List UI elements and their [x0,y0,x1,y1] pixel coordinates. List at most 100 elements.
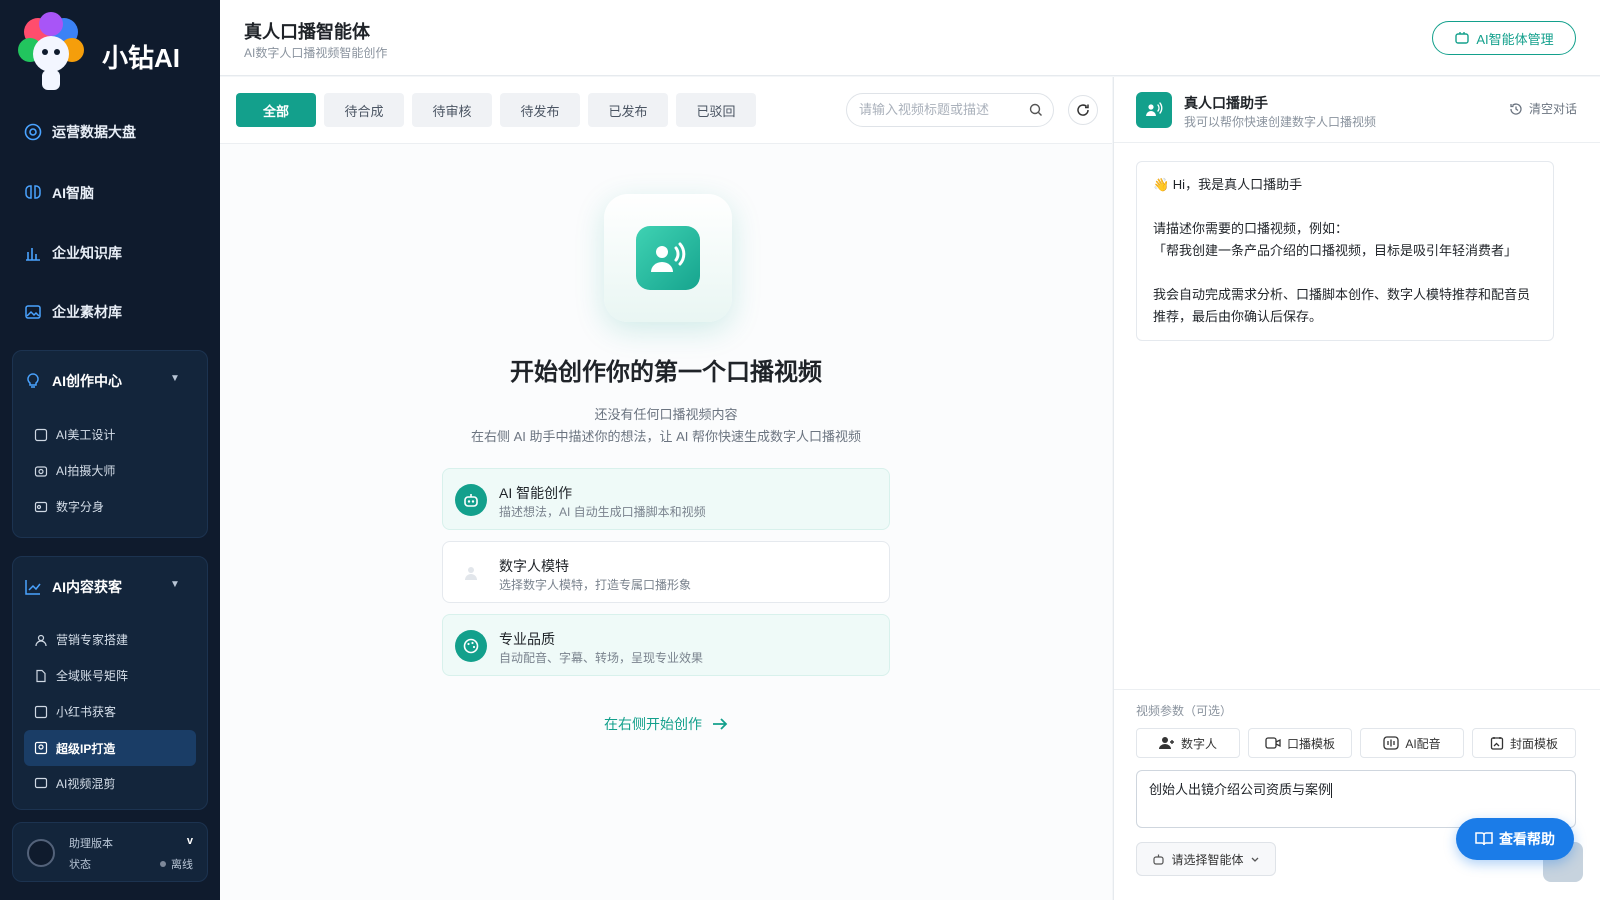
group-label: AI内容获客 [52,579,122,595]
msg-line: 请描述你需要的口播视频，例如： [1153,221,1349,236]
agent-manage-icon [1455,32,1470,44]
agent-select-label: 请选择智能体 [1171,852,1244,867]
param-template-button[interactable]: 口播模板 [1248,728,1352,758]
param-label: 数字人 [1180,736,1217,751]
sub-digital-twin[interactable]: 数字分身 [34,498,104,515]
ai-box-icon [34,705,48,718]
start-create-link[interactable]: 在右侧开始创作 [220,714,1112,734]
nav-item-assets[interactable]: 企业素材库 [24,302,122,322]
param-label: 封面模板 [1509,736,1558,751]
sub-label: AI视频混剪 [56,776,116,791]
nav-item-knowledge[interactable]: 企业知识库 [24,243,122,263]
assistant-message: 👋 Hi，我是真人口播助手 请描述你需要的口播视频，例如： 「帮我创建一条产品介… [1136,161,1554,341]
chevron-down-icon [1251,857,1258,862]
agent-manage-button[interactable]: AI智能体管理 [1432,21,1576,55]
start-create-label: 在右侧开始创作 [604,716,702,732]
id-card-icon [34,501,48,512]
tab-pending-publish[interactable]: 待发布 [500,93,580,127]
refresh-button[interactable] [1068,95,1098,125]
sub-label: AI美工设计 [56,428,116,442]
help-label: 查看帮助 [1499,831,1555,847]
empty-line-2: 在右侧 AI 助手中描述你的想法，让 AI 帮你快速生成数字人口播视频 [470,429,861,444]
sub-label: 数字分身 [56,500,105,514]
sub-label: AI拍摄大师 [56,464,116,478]
param-buttons: 数字人 口播模板 AI配音 封面模板 [1136,728,1576,758]
chevron-down-icon: ▼ [170,579,180,590]
document-icon [36,669,46,682]
search-input[interactable]: 请输入视频标题或描述 [846,93,1054,127]
sub-label: 营销专家搭建 [56,633,129,647]
empty-title: 开始创作你的第一个口播视频 [510,359,822,386]
params-label: 视频参数（可选） [1136,704,1233,718]
book-icon [1475,832,1493,846]
camera-icon [34,465,48,477]
status-label: 状态 [69,859,91,871]
param-voice-button[interactable]: AI配音 [1360,728,1464,758]
video-list-panel: 全部 待合成 待审核 待发布 已发布 已驳回 请输入视频标题或描述 开始创作你的… [220,77,1112,900]
msg-greeting: 👋 Hi，我是真人口播助手 [1153,177,1303,192]
nav-item-dashboard[interactable]: 运营数据大盘 [24,122,136,142]
help-button[interactable]: 查看帮助 [1456,818,1574,860]
assistant-subtitle: 我可以帮你快速创建数字人口播视频 [1184,115,1377,129]
empty-line-1: 还没有任何口播视频内容 [594,407,738,422]
feature-card-ai-create: AI 智能创作 描述想法，AI 自动生成口播脚本和视频 [442,468,890,530]
clear-chat-button[interactable]: 清空对话 [1509,100,1577,117]
sub-video-mix[interactable]: AI视频混剪 [34,776,115,790]
trend-icon [25,580,41,595]
nav-label: AI智脑 [52,185,94,201]
sub-ai-shoot[interactable]: AI拍摄大师 [34,462,115,479]
sidebar: 小钻AI 运营数据大盘 AI智脑 企业知识库 企业素材库 AI创作中心 ▼ AI… [0,0,220,900]
user-icon [35,634,47,646]
sub-label: 超级IP打造 [56,741,116,756]
bulb-icon [27,373,39,388]
status-value: 离线 [160,856,193,872]
msg-line: 我会自动完成需求分析、口播脚本创作、数字人模特推荐和配音员推荐，最后由你确认后保… [1153,287,1531,324]
sub-marketing-expert[interactable]: 营销专家搭建 [34,631,128,648]
chart-icon [26,248,40,261]
arrow-right-icon [713,718,728,730]
portrait-icon [34,741,48,755]
assistant-version: 助理版本 状态 v 离线 [12,822,208,882]
status-dot-icon [160,861,166,867]
group-head-creation[interactable]: AI创作中心 ▼ [24,371,180,391]
nav-label: 运营数据大盘 [52,124,136,140]
group-head-acquire[interactable]: AI内容获客 ▼ [24,577,180,597]
dashboard-icon [24,123,42,141]
refresh-icon [1077,104,1089,116]
param-cover-button[interactable]: 封面模板 [1472,728,1576,758]
hero-illustration [604,194,732,322]
sub-xiaohongshu[interactable]: 小红书获客 [34,703,116,720]
agent-icon [1153,854,1165,865]
agent-select[interactable]: 请选择智能体 [1136,842,1276,876]
param-label: 口播模板 [1286,736,1335,751]
cover-icon [1490,737,1504,750]
text-caret [1331,783,1333,799]
nav-item-ai-brain[interactable]: AI智脑 [24,183,94,203]
page-title: 真人口播智能体 [244,22,370,42]
param-area: 视频参数（可选） 数字人 口播模板 AI配音 封面模板 创始人出镜介绍公司资质与… [1114,689,1600,900]
param-digital-human-button[interactable]: 数字人 [1136,728,1240,758]
loader-icon [27,839,55,867]
search-icon[interactable] [1029,103,1043,117]
sub-super-ip[interactable]: 超级IP打造 [24,730,196,766]
sub-account-matrix[interactable]: 全域账号矩阵 [34,667,128,684]
param-label: AI配音 [1405,736,1441,751]
tab-pending-compose[interactable]: 待合成 [324,93,404,127]
card-title: 数字人模特 [499,558,569,574]
search-placeholder: 请输入视频标题或描述 [859,102,990,117]
tab-all[interactable]: 全部 [236,93,316,127]
palette-icon [34,428,48,441]
chevron-down-icon: ▼ [170,373,180,384]
tab-published[interactable]: 已发布 [588,93,668,127]
card-title: AI 智能创作 [499,485,573,501]
sub-label: 小红书获客 [56,705,117,719]
logo-icon [18,12,84,90]
version-label: 助理版本 [69,838,113,850]
history-icon [1510,102,1522,115]
tab-rejected[interactable]: 已驳回 [676,93,756,127]
tab-pending-review[interactable]: 待审核 [412,93,492,127]
sub-ai-design[interactable]: AI美工设计 [34,426,115,443]
clear-chat-label: 清空对话 [1528,102,1577,116]
brand-name: 小钻AI [102,43,181,73]
assistant-title: 真人口播助手 [1184,95,1268,111]
